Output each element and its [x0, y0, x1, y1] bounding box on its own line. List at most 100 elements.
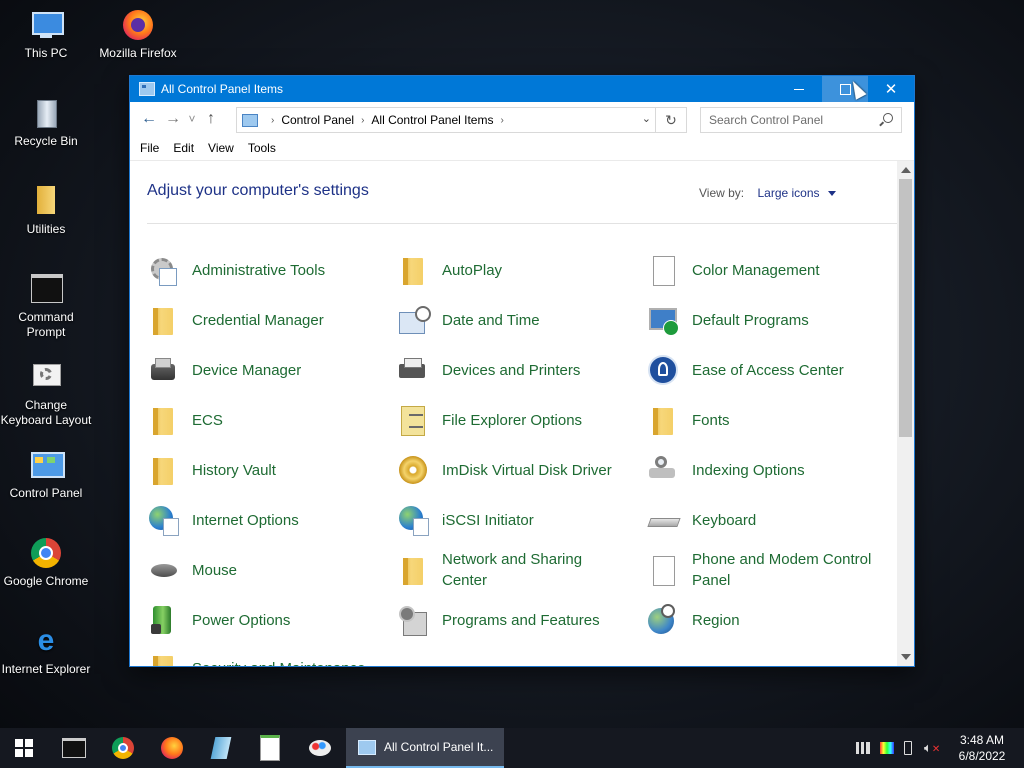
folder-icon	[397, 554, 429, 586]
scroll-up-arrow-icon[interactable]	[901, 167, 911, 173]
view-by-dropdown[interactable]: Large icons	[757, 186, 819, 200]
item-programs-and-features[interactable]: Programs and Features	[397, 595, 637, 645]
search-box	[700, 107, 902, 133]
taskbar-editor-app[interactable]	[246, 728, 294, 768]
item-phone-and-modem[interactable]: Phone and Modem Control Panel	[647, 545, 892, 595]
address-bar[interactable]: › Control Panel › All Control Panel Item…	[236, 107, 656, 133]
item-security-and-maintenance[interactable]: Security and Maintenance	[147, 643, 387, 666]
item-credential-manager[interactable]: Credential Manager	[147, 295, 387, 345]
breadcrumb-control-panel[interactable]: Control Panel	[281, 113, 354, 127]
item-label: Programs and Features	[442, 611, 600, 629]
desktop-icon-label: Command Prompt	[18, 310, 74, 339]
item-device-manager[interactable]: Device Manager	[147, 345, 387, 395]
breadcrumb-all-items[interactable]: All Control Panel Items	[371, 113, 493, 127]
item-autoplay[interactable]: AutoPlay	[397, 245, 637, 295]
desktop-icon-label: This PC	[24, 46, 68, 60]
menu-edit[interactable]: Edit	[173, 141, 194, 155]
desktop-icon-command-prompt[interactable]: Command Prompt	[0, 272, 92, 340]
item-ease-of-access-center[interactable]: Ease of Access Center	[647, 345, 887, 395]
vertical-scrollbar[interactable]	[897, 161, 914, 666]
item-devices-and-printers[interactable]: Devices and Printers	[397, 345, 637, 395]
programs-icon	[397, 604, 429, 636]
windows-logo-icon	[15, 739, 33, 757]
desktop-icon-recycle-bin[interactable]: Recycle Bin	[0, 96, 92, 149]
desktop-icon-utilities[interactable]: Utilities	[0, 184, 92, 237]
usb-device-icon[interactable]	[904, 741, 912, 755]
breadcrumb-chevron-icon[interactable]: ›	[361, 115, 364, 126]
title-bar[interactable]: All Control Panel Items ✕	[130, 76, 914, 102]
item-label: Power Options	[192, 611, 291, 629]
desktop-icon-google-chrome[interactable]: Google Chrome	[0, 536, 92, 589]
breadcrumb-chevron-icon[interactable]: ›	[271, 115, 274, 126]
desktop-icon-firefox[interactable]: Mozilla Firefox	[92, 8, 184, 61]
back-arrow-icon[interactable]: ←	[137, 110, 161, 128]
taskbar-firefox[interactable]	[148, 728, 196, 768]
item-label: Administrative Tools	[192, 261, 326, 279]
system-clock[interactable]: 3:48 AM 6/8/2022	[948, 732, 1016, 764]
device-manager-icon	[147, 354, 179, 386]
item-default-programs[interactable]: Default Programs	[647, 295, 887, 345]
taskbar-paint-app[interactable]	[296, 728, 344, 768]
item-fonts[interactable]: Fonts	[647, 395, 887, 445]
item-iscsi-initiator[interactable]: iSCSI Initiator	[397, 495, 637, 545]
item-power-options[interactable]: Power Options	[147, 595, 387, 645]
item-imdisk-virtual-disk-driver[interactable]: ImDisk Virtual Disk Driver	[397, 445, 637, 495]
color-picker-icon[interactable]	[880, 742, 894, 754]
menu-file[interactable]: File	[140, 141, 159, 155]
item-label: Region	[692, 611, 740, 629]
volume-muted-icon[interactable]: 🔈︎✕	[924, 740, 940, 756]
scroll-down-arrow-icon[interactable]	[901, 654, 911, 660]
default-programs-icon	[647, 304, 679, 336]
divider	[147, 223, 897, 224]
taskbar-chrome[interactable]	[99, 728, 147, 768]
item-administrative-tools[interactable]: Administrative Tools	[147, 245, 387, 295]
close-button[interactable]: ✕	[868, 76, 914, 102]
search-icon[interactable]	[883, 113, 893, 123]
item-color-management[interactable]: Color Management	[647, 245, 887, 295]
taskbar-notebook-app[interactable]	[197, 728, 245, 768]
taskbar-command-prompt[interactable]	[50, 728, 98, 768]
internet-explorer-icon: e	[37, 624, 55, 657]
item-region[interactable]: Region	[647, 595, 887, 645]
control-panel-icon	[358, 739, 376, 755]
item-label: Default Programs	[692, 311, 809, 329]
refresh-button[interactable]: ↻	[655, 107, 687, 133]
accessibility-icon	[647, 354, 679, 386]
up-arrow-icon[interactable]: ↑	[199, 110, 223, 128]
item-file-explorer-options[interactable]: File Explorer Options	[397, 395, 637, 445]
dropdown-caret-icon[interactable]	[827, 191, 836, 197]
page-icon	[647, 254, 679, 286]
address-dropdown-chevron-icon[interactable]: ⌄	[642, 112, 651, 125]
item-ecs[interactable]: ECS	[147, 395, 387, 445]
item-label: Security and Maintenance	[192, 658, 365, 667]
forward-arrow-icon[interactable]: →	[161, 110, 185, 128]
search-input[interactable]	[701, 112, 881, 128]
item-label: Mouse	[192, 561, 238, 579]
desktop-icon-control-panel[interactable]: Control Panel	[0, 448, 92, 501]
scrollbar-thumb[interactable]	[899, 179, 912, 437]
item-date-and-time[interactable]: Date and Time	[397, 295, 637, 345]
item-label: History Vault	[192, 461, 276, 479]
menu-view[interactable]: View	[208, 141, 234, 155]
desktop-icon-this-pc[interactable]: This PC	[0, 8, 92, 61]
item-internet-options[interactable]: Internet Options	[147, 495, 387, 545]
disc-icon	[397, 454, 429, 486]
desktop-icon-change-keyboard-layout[interactable]: Change Keyboard Layout	[0, 360, 92, 428]
item-keyboard[interactable]: Keyboard	[647, 495, 887, 545]
item-network-and-sharing-center[interactable]: Network and Sharing Center	[397, 545, 607, 595]
desktop-icon-internet-explorer[interactable]: e Internet Explorer	[0, 624, 92, 677]
menu-tools[interactable]: Tools	[248, 141, 276, 155]
item-mouse[interactable]: Mouse	[147, 545, 387, 595]
item-indexing-options[interactable]: Indexing Options	[647, 445, 887, 495]
chrome-icon	[29, 536, 63, 570]
firefox-icon	[161, 737, 183, 759]
item-history-vault[interactable]: History Vault	[147, 445, 387, 495]
network-icon[interactable]	[856, 742, 870, 754]
region-globe-icon	[647, 604, 679, 636]
recent-locations-chevron-icon[interactable]: ˅	[185, 112, 199, 126]
start-button[interactable]	[0, 728, 48, 768]
breadcrumb-chevron-icon[interactable]: ›	[500, 115, 503, 126]
taskbar-control-panel-window[interactable]: All Control Panel It...	[346, 728, 504, 768]
minimize-button[interactable]	[776, 76, 822, 102]
taskbar-window-label: All Control Panel It...	[384, 740, 494, 754]
